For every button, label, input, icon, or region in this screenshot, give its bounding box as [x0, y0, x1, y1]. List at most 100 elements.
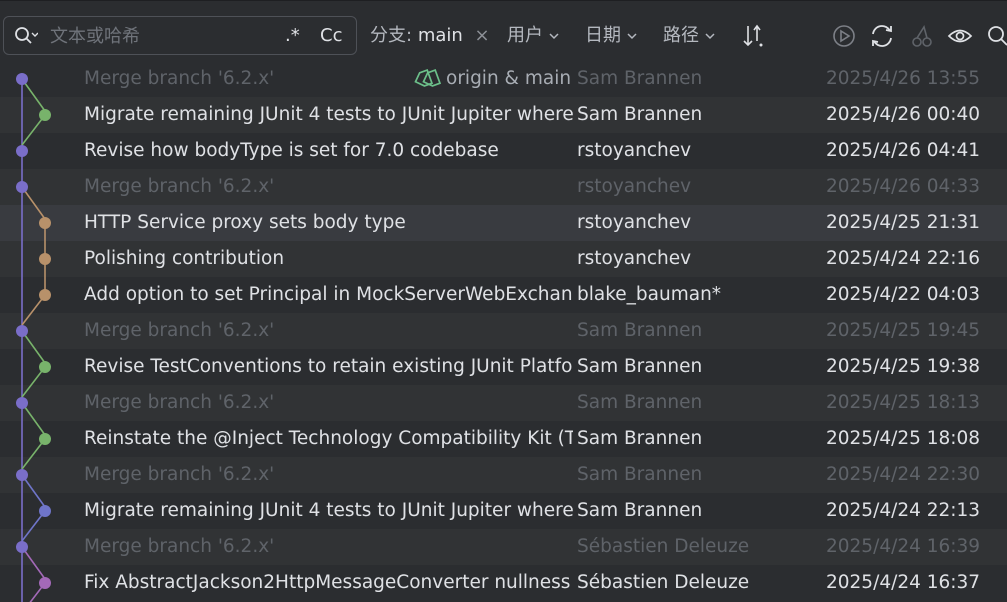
search-input[interactable]	[50, 23, 280, 49]
branch-filter-label: 分支:	[370, 25, 413, 46]
commit-message: Migrate remaining JUnit 4 tests to JUnit…	[84, 104, 573, 125]
commit-message: Merge branch '6.2.x'	[84, 392, 275, 413]
commit-node[interactable]	[16, 181, 28, 193]
search-icon[interactable]	[985, 23, 1007, 49]
regex-toggle[interactable]: .*	[285, 25, 300, 47]
cherry-pick-icon[interactable]	[909, 23, 935, 49]
commit-row[interactable]: Merge branch '6.2.x' rstoyanchev 2025/4/26…	[0, 169, 1007, 205]
commit-node[interactable]	[16, 325, 28, 337]
tag-icon	[414, 68, 442, 87]
commit-message: Merge branch '6.2.x'	[84, 464, 275, 485]
sort-icon[interactable]	[741, 23, 767, 49]
commit-date: 2025/4/26 13:55	[826, 68, 981, 89]
commit-row[interactable]: Migrate remaining JUnit 4 tests to JUnit…	[0, 493, 1007, 529]
commit-row[interactable]: Merge branch '6.2.x' Sam Brannen 2025/4/25…	[0, 313, 1007, 349]
branch-tag[interactable]: origin & main	[412, 61, 571, 97]
commit-date: 2025/4/26 04:41	[826, 140, 981, 161]
commit-node[interactable]	[39, 505, 51, 517]
commit-date: 2025/4/24 22:16	[826, 248, 981, 269]
path-filter-dropdown[interactable]: 路径	[663, 25, 715, 47]
commit-author: Sam Brannen	[577, 500, 703, 521]
commit-row[interactable]: Merge branch '6.2.x' Sam Brannen 2025/4/24…	[0, 457, 1007, 493]
path-filter-label: 路径	[663, 25, 699, 46]
commit-message: Add option to set Principal in MockServe…	[84, 284, 573, 305]
commit-message: Merge branch '6.2.x'	[84, 176, 275, 197]
commit-row[interactable]: Revise TestConventions to retain existin…	[0, 349, 1007, 385]
commit-row[interactable]: Merge branch '6.2.x' Sébastien Deleuze 202…	[0, 529, 1007, 565]
commit-row[interactable]: Revise how bodyType is set for 7.0 codeb…	[0, 133, 1007, 169]
commit-message: Merge branch '6.2.x'	[84, 536, 275, 557]
commit-author: Sébastien Deleuze	[577, 572, 750, 593]
commit-node[interactable]	[16, 73, 28, 85]
branch-filter-value: main	[417, 25, 463, 46]
commit-node[interactable]	[16, 145, 28, 157]
log-toolbar: .* Cc 分支: main × 用户 日期 路径	[0, 0, 1007, 70]
play-icon[interactable]	[831, 23, 857, 49]
commit-row[interactable]: HTTP Service proxy sets body type rstoyan…	[0, 205, 1007, 241]
close-icon[interactable]: ×	[475, 25, 490, 46]
branch-tag-label: origin & main	[446, 68, 572, 89]
commit-node[interactable]	[39, 577, 51, 589]
commit-message: Fix AbstractJackson2HttpMessageConverter…	[84, 572, 571, 593]
commit-row[interactable]: Reinstate the @Inject Technology Compati…	[0, 421, 1007, 457]
commit-message: Revise TestConventions to retain existin…	[84, 356, 573, 377]
commit-author: Sam Brannen	[577, 68, 703, 89]
commit-date: 2025/4/25 18:08	[826, 428, 981, 449]
commit-message: Reinstate the @Inject Technology Compati…	[84, 428, 573, 449]
commit-message: Revise how bodyType is set for 7.0 codeb…	[84, 140, 499, 161]
commit-author: Sam Brannen	[577, 392, 703, 413]
commit-author: Sébastien Deleuze	[577, 536, 750, 557]
commit-author: Sam Brannen	[577, 356, 703, 377]
commit-author: rstoyanchev	[577, 176, 692, 197]
commit-node[interactable]	[39, 433, 51, 445]
eye-icon[interactable]	[947, 23, 973, 49]
commit-row[interactable]: Migrate remaining JUnit 4 tests to JUnit…	[0, 97, 1007, 133]
commit-node[interactable]	[16, 541, 28, 553]
commit-row[interactable]: Add option to set Principal in MockServe…	[0, 277, 1007, 313]
commit-node[interactable]	[39, 289, 51, 301]
commit-row[interactable]: Merge branch '6.2.x' origin & main Sam Bra…	[0, 61, 1007, 97]
commit-date: 2025/4/22 04:03	[826, 284, 981, 305]
commit-graph	[16, 73, 51, 602]
commit-date: 2025/4/25 19:45	[826, 320, 981, 341]
date-filter-label: 日期	[585, 25, 621, 46]
search-field[interactable]	[3, 16, 357, 55]
commit-message: Merge branch '6.2.x'	[84, 68, 275, 89]
match-case-toggle[interactable]: Cc	[320, 25, 342, 47]
search-icon[interactable]	[14, 26, 38, 46]
commit-node[interactable]	[16, 397, 28, 409]
commit-node[interactable]	[39, 253, 51, 265]
commit-author: rstoyanchev	[577, 140, 692, 161]
commit-author: rstoyanchev	[577, 248, 692, 269]
commit-date: 2025/4/25 19:38	[826, 356, 981, 377]
branch-filter[interactable]: 分支: main ×	[370, 25, 490, 47]
chevron-down-icon	[549, 33, 559, 40]
commit-date: 2025/4/26 04:33	[826, 176, 981, 197]
chevron-down-icon	[705, 33, 715, 40]
refresh-icon[interactable]	[869, 23, 895, 49]
commit-node[interactable]	[16, 469, 28, 481]
chevron-down-icon	[627, 33, 637, 40]
commit-author: Sam Brannen	[577, 320, 703, 341]
commit-node[interactable]	[39, 361, 51, 373]
user-filter-dropdown[interactable]: 用户	[507, 25, 559, 47]
commit-node[interactable]	[39, 217, 51, 229]
commit-date: 2025/4/24 16:37	[826, 572, 981, 593]
commit-date: 2025/4/26 00:40	[826, 104, 981, 125]
commit-date: 2025/4/24 22:30	[826, 464, 981, 485]
commit-date: 2025/4/25 18:13	[826, 392, 981, 413]
commit-author: Sam Brannen	[577, 464, 703, 485]
commit-message: HTTP Service proxy sets body type	[84, 212, 406, 233]
commit-row[interactable]: Fix AbstractJackson2HttpMessageConverter…	[0, 565, 1007, 601]
commit-row[interactable]: Merge branch '6.2.x' Sam Brannen 2025/4/25…	[0, 385, 1007, 421]
date-filter-dropdown[interactable]: 日期	[585, 25, 637, 47]
commit-author: rstoyanchev	[577, 212, 692, 233]
commit-row[interactable]: Polishing contribution rstoyanchev 2025/4/…	[0, 241, 1007, 277]
commit-author: Sam Brannen	[577, 428, 703, 449]
commit-date: 2025/4/24 22:13	[826, 500, 981, 521]
commit-node[interactable]	[39, 109, 51, 121]
commit-date: 2025/4/24 16:39	[826, 536, 981, 557]
commit-list: Merge branch '6.2.x' origin & main Sam Bra…	[0, 61, 1007, 602]
commit-date: 2025/4/25 21:31	[826, 212, 981, 233]
commit-message: Polishing contribution	[84, 248, 285, 269]
